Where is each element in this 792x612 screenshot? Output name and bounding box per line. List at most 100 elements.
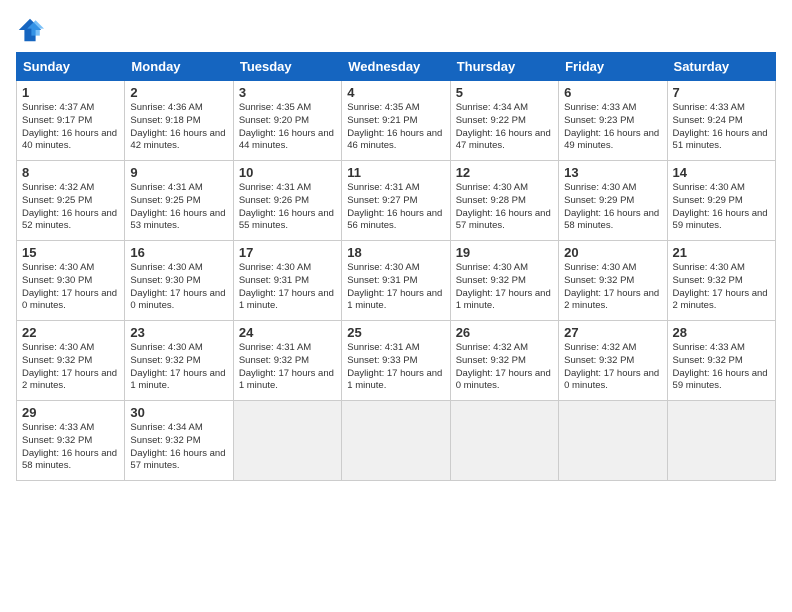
- day-info: Sunrise: 4:30 AM Sunset: 9:29 PM Dayligh…: [673, 182, 770, 233]
- calendar-cell: 27 Sunrise: 4:32 AM Sunset: 9:32 PM Dayl…: [559, 321, 667, 401]
- day-info: Sunrise: 4:30 AM Sunset: 9:31 PM Dayligh…: [239, 262, 336, 313]
- calendar-cell: 5 Sunrise: 4:34 AM Sunset: 9:22 PM Dayli…: [450, 81, 558, 161]
- day-number: 10: [239, 165, 336, 180]
- day-info: Sunrise: 4:30 AM Sunset: 9:30 PM Dayligh…: [22, 262, 119, 313]
- day-info: Sunrise: 4:30 AM Sunset: 9:29 PM Dayligh…: [564, 182, 661, 233]
- calendar-cell: 4 Sunrise: 4:35 AM Sunset: 9:21 PM Dayli…: [342, 81, 450, 161]
- calendar-header-saturday: Saturday: [667, 53, 775, 81]
- day-number: 16: [130, 245, 227, 260]
- day-number: 11: [347, 165, 444, 180]
- calendar-header-sunday: Sunday: [17, 53, 125, 81]
- calendar-cell: 23 Sunrise: 4:30 AM Sunset: 9:32 PM Dayl…: [125, 321, 233, 401]
- day-number: 5: [456, 85, 553, 100]
- calendar-week-2: 8 Sunrise: 4:32 AM Sunset: 9:25 PM Dayli…: [17, 161, 776, 241]
- calendar-cell: 15 Sunrise: 4:30 AM Sunset: 9:30 PM Dayl…: [17, 241, 125, 321]
- day-number: 8: [22, 165, 119, 180]
- calendar-cell: 30 Sunrise: 4:34 AM Sunset: 9:32 PM Dayl…: [125, 401, 233, 481]
- day-number: 18: [347, 245, 444, 260]
- calendar-cell: 14 Sunrise: 4:30 AM Sunset: 9:29 PM Dayl…: [667, 161, 775, 241]
- calendar-cell: 1 Sunrise: 4:37 AM Sunset: 9:17 PM Dayli…: [17, 81, 125, 161]
- day-info: Sunrise: 4:30 AM Sunset: 9:32 PM Dayligh…: [456, 262, 553, 313]
- calendar-cell: 28 Sunrise: 4:33 AM Sunset: 9:32 PM Dayl…: [667, 321, 775, 401]
- day-number: 22: [22, 325, 119, 340]
- logo: [16, 16, 46, 44]
- day-number: 29: [22, 405, 119, 420]
- calendar-week-5: 29 Sunrise: 4:33 AM Sunset: 9:32 PM Dayl…: [17, 401, 776, 481]
- day-info: Sunrise: 4:35 AM Sunset: 9:21 PM Dayligh…: [347, 102, 444, 153]
- calendar-cell: 8 Sunrise: 4:32 AM Sunset: 9:25 PM Dayli…: [17, 161, 125, 241]
- calendar-cell: [342, 401, 450, 481]
- calendar-cell: 6 Sunrise: 4:33 AM Sunset: 9:23 PM Dayli…: [559, 81, 667, 161]
- calendar-cell: 13 Sunrise: 4:30 AM Sunset: 9:29 PM Dayl…: [559, 161, 667, 241]
- day-number: 2: [130, 85, 227, 100]
- day-info: Sunrise: 4:31 AM Sunset: 9:32 PM Dayligh…: [239, 342, 336, 393]
- calendar-header-thursday: Thursday: [450, 53, 558, 81]
- day-number: 9: [130, 165, 227, 180]
- calendar-cell: 3 Sunrise: 4:35 AM Sunset: 9:20 PM Dayli…: [233, 81, 341, 161]
- calendar-header-monday: Monday: [125, 53, 233, 81]
- day-info: Sunrise: 4:35 AM Sunset: 9:20 PM Dayligh…: [239, 102, 336, 153]
- calendar-cell: 22 Sunrise: 4:30 AM Sunset: 9:32 PM Dayl…: [17, 321, 125, 401]
- calendar-header-row: SundayMondayTuesdayWednesdayThursdayFrid…: [17, 53, 776, 81]
- day-info: Sunrise: 4:36 AM Sunset: 9:18 PM Dayligh…: [130, 102, 227, 153]
- calendar-cell: 2 Sunrise: 4:36 AM Sunset: 9:18 PM Dayli…: [125, 81, 233, 161]
- day-number: 3: [239, 85, 336, 100]
- calendar-cell: 11 Sunrise: 4:31 AM Sunset: 9:27 PM Dayl…: [342, 161, 450, 241]
- day-number: 21: [673, 245, 770, 260]
- day-number: 13: [564, 165, 661, 180]
- calendar-cell: 25 Sunrise: 4:31 AM Sunset: 9:33 PM Dayl…: [342, 321, 450, 401]
- day-info: Sunrise: 4:33 AM Sunset: 9:24 PM Dayligh…: [673, 102, 770, 153]
- day-number: 14: [673, 165, 770, 180]
- day-number: 4: [347, 85, 444, 100]
- day-info: Sunrise: 4:31 AM Sunset: 9:27 PM Dayligh…: [347, 182, 444, 233]
- day-number: 25: [347, 325, 444, 340]
- day-number: 7: [673, 85, 770, 100]
- calendar-cell: 10 Sunrise: 4:31 AM Sunset: 9:26 PM Dayl…: [233, 161, 341, 241]
- day-info: Sunrise: 4:32 AM Sunset: 9:32 PM Dayligh…: [564, 342, 661, 393]
- day-number: 12: [456, 165, 553, 180]
- calendar-cell: 16 Sunrise: 4:30 AM Sunset: 9:30 PM Dayl…: [125, 241, 233, 321]
- day-number: 30: [130, 405, 227, 420]
- day-number: 26: [456, 325, 553, 340]
- calendar-cell: [233, 401, 341, 481]
- calendar-cell: [667, 401, 775, 481]
- calendar-cell: 21 Sunrise: 4:30 AM Sunset: 9:32 PM Dayl…: [667, 241, 775, 321]
- day-info: Sunrise: 4:30 AM Sunset: 9:32 PM Dayligh…: [673, 262, 770, 313]
- day-number: 27: [564, 325, 661, 340]
- day-number: 20: [564, 245, 661, 260]
- day-info: Sunrise: 4:37 AM Sunset: 9:17 PM Dayligh…: [22, 102, 119, 153]
- calendar-cell: 20 Sunrise: 4:30 AM Sunset: 9:32 PM Dayl…: [559, 241, 667, 321]
- calendar: SundayMondayTuesdayWednesdayThursdayFrid…: [16, 52, 776, 481]
- calendar-cell: 18 Sunrise: 4:30 AM Sunset: 9:31 PM Dayl…: [342, 241, 450, 321]
- calendar-cell: 9 Sunrise: 4:31 AM Sunset: 9:25 PM Dayli…: [125, 161, 233, 241]
- day-number: 28: [673, 325, 770, 340]
- calendar-cell: [559, 401, 667, 481]
- day-number: 19: [456, 245, 553, 260]
- calendar-cell: 24 Sunrise: 4:31 AM Sunset: 9:32 PM Dayl…: [233, 321, 341, 401]
- day-number: 24: [239, 325, 336, 340]
- day-number: 23: [130, 325, 227, 340]
- calendar-week-4: 22 Sunrise: 4:30 AM Sunset: 9:32 PM Dayl…: [17, 321, 776, 401]
- calendar-cell: 17 Sunrise: 4:30 AM Sunset: 9:31 PM Dayl…: [233, 241, 341, 321]
- calendar-cell: 19 Sunrise: 4:30 AM Sunset: 9:32 PM Dayl…: [450, 241, 558, 321]
- day-number: 1: [22, 85, 119, 100]
- day-info: Sunrise: 4:32 AM Sunset: 9:32 PM Dayligh…: [456, 342, 553, 393]
- day-info: Sunrise: 4:34 AM Sunset: 9:32 PM Dayligh…: [130, 422, 227, 473]
- calendar-cell: 7 Sunrise: 4:33 AM Sunset: 9:24 PM Dayli…: [667, 81, 775, 161]
- day-info: Sunrise: 4:30 AM Sunset: 9:30 PM Dayligh…: [130, 262, 227, 313]
- day-info: Sunrise: 4:30 AM Sunset: 9:32 PM Dayligh…: [22, 342, 119, 393]
- calendar-week-1: 1 Sunrise: 4:37 AM Sunset: 9:17 PM Dayli…: [17, 81, 776, 161]
- header: [16, 16, 776, 44]
- calendar-cell: 29 Sunrise: 4:33 AM Sunset: 9:32 PM Dayl…: [17, 401, 125, 481]
- day-info: Sunrise: 4:33 AM Sunset: 9:23 PM Dayligh…: [564, 102, 661, 153]
- day-info: Sunrise: 4:31 AM Sunset: 9:33 PM Dayligh…: [347, 342, 444, 393]
- calendar-header-tuesday: Tuesday: [233, 53, 341, 81]
- calendar-header-friday: Friday: [559, 53, 667, 81]
- day-info: Sunrise: 4:30 AM Sunset: 9:31 PM Dayligh…: [347, 262, 444, 313]
- day-number: 15: [22, 245, 119, 260]
- day-info: Sunrise: 4:30 AM Sunset: 9:28 PM Dayligh…: [456, 182, 553, 233]
- day-info: Sunrise: 4:33 AM Sunset: 9:32 PM Dayligh…: [673, 342, 770, 393]
- day-info: Sunrise: 4:31 AM Sunset: 9:25 PM Dayligh…: [130, 182, 227, 233]
- day-number: 6: [564, 85, 661, 100]
- calendar-cell: 12 Sunrise: 4:30 AM Sunset: 9:28 PM Dayl…: [450, 161, 558, 241]
